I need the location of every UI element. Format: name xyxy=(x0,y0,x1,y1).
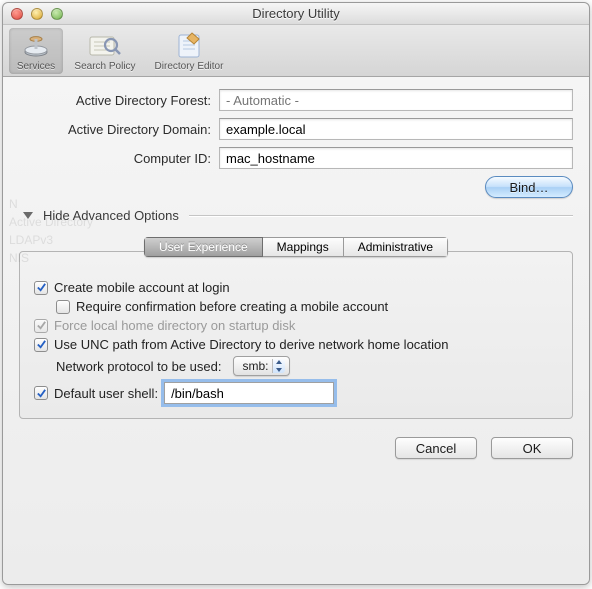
content-area: N Active Directory LDAPv3 NIS Active Dir… xyxy=(3,77,589,584)
disclosure-triangle-icon[interactable] xyxy=(23,212,33,219)
toolbar-item-directory-editor[interactable]: Directory Editor xyxy=(147,28,231,74)
row-net-proto: Network protocol to be used: smb: xyxy=(56,356,558,376)
input-computer[interactable] xyxy=(219,147,573,169)
tab-segment: User Experience Mappings Administrative xyxy=(144,237,448,257)
option-use-unc[interactable]: Use UNC path from Active Directory to de… xyxy=(34,337,558,352)
checkbox-icon[interactable] xyxy=(34,281,48,295)
label-forest: Active Directory Forest: xyxy=(19,93,219,108)
checkbox-icon xyxy=(34,319,48,333)
row-computer: Computer ID: xyxy=(19,147,573,169)
checkbox-icon[interactable] xyxy=(34,386,48,400)
toolbar-item-services[interactable]: Services xyxy=(9,28,63,74)
toolbar-label: Search Policy xyxy=(71,61,139,72)
titlebar: Directory Utility xyxy=(3,3,589,25)
updown-arrows-icon xyxy=(275,360,283,372)
separator xyxy=(189,215,573,216)
minimize-icon[interactable] xyxy=(31,8,43,20)
disclosure-row[interactable]: Hide Advanced Options xyxy=(19,208,573,223)
window-title: Directory Utility xyxy=(3,6,589,21)
ok-button[interactable]: OK xyxy=(491,437,573,459)
window: Directory Utility Services xyxy=(2,2,590,585)
option-create-mobile[interactable]: Create mobile account at login xyxy=(34,280,558,295)
tab-mappings[interactable]: Mappings xyxy=(263,237,344,257)
zoom-icon[interactable] xyxy=(51,8,63,20)
option-label: Use UNC path from Active Directory to de… xyxy=(54,337,449,352)
input-default-shell[interactable] xyxy=(164,382,334,404)
toolbar-label: Services xyxy=(11,61,61,72)
label-computer: Computer ID: xyxy=(19,151,219,166)
checkbox-icon[interactable] xyxy=(56,300,70,314)
tab-administrative[interactable]: Administrative xyxy=(344,237,448,257)
option-require-confirm[interactable]: Require confirmation before creating a m… xyxy=(56,299,558,314)
option-label: Create mobile account at login xyxy=(54,280,230,295)
toolbar-item-search-policy[interactable]: Search Policy xyxy=(69,28,141,74)
close-icon[interactable] xyxy=(11,8,23,20)
label-net-proto: Network protocol to be used: xyxy=(56,359,221,374)
cancel-button[interactable]: Cancel xyxy=(395,437,477,459)
tab-user-experience[interactable]: User Experience xyxy=(144,237,263,257)
bind-row: Bind… xyxy=(19,176,573,198)
option-label: Force local home directory on startup di… xyxy=(54,318,295,333)
services-icon xyxy=(11,30,61,60)
bind-button[interactable]: Bind… xyxy=(485,176,573,198)
label-default-shell: Default user shell: xyxy=(54,386,158,401)
toolbar: Services Search Policy xyxy=(3,25,589,77)
label-domain: Active Directory Domain: xyxy=(19,122,219,137)
disclosure-label: Hide Advanced Options xyxy=(43,208,179,223)
checkbox-icon[interactable] xyxy=(34,338,48,352)
directory-editor-icon xyxy=(149,30,229,60)
input-domain[interactable] xyxy=(219,118,573,140)
popup-net-proto[interactable]: smb: xyxy=(233,356,289,376)
popup-value: smb: xyxy=(242,359,268,373)
row-forest: Active Directory Forest: xyxy=(19,89,573,111)
traffic-lights xyxy=(3,8,63,20)
option-force-local: Force local home directory on startup di… xyxy=(34,318,558,333)
option-label: Require confirmation before creating a m… xyxy=(76,299,388,314)
input-forest[interactable] xyxy=(219,89,573,111)
option-default-shell: Default user shell: xyxy=(34,382,558,404)
options-panel: Create mobile account at login Require c… xyxy=(19,251,573,419)
search-policy-icon xyxy=(71,30,139,60)
row-domain: Active Directory Domain: xyxy=(19,118,573,140)
toolbar-label: Directory Editor xyxy=(149,61,229,72)
footer: Cancel OK xyxy=(19,437,573,459)
